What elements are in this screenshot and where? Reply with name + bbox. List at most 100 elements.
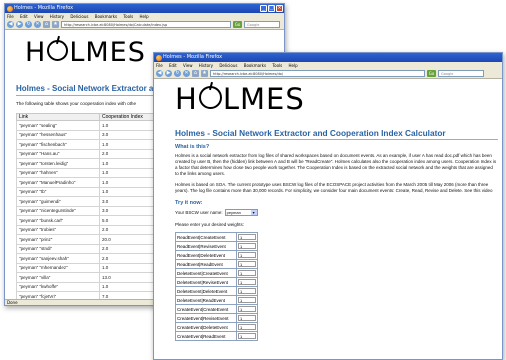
menu-bookmarks[interactable]: Bookmarks bbox=[244, 63, 266, 68]
cooperation-index-cell: 1.0 bbox=[99, 158, 156, 169]
menu-delicious[interactable]: Delicious bbox=[70, 14, 88, 19]
table-row: "peyman" "hahnen" 1.0 bbox=[16, 167, 156, 178]
section-what-heading: What is this? bbox=[175, 144, 210, 150]
bookmark-icon[interactable]: ★ bbox=[52, 21, 59, 28]
window-title: Holmes - Mozilla Firefox bbox=[14, 5, 74, 11]
url-bar[interactable]: http://research.icbe.at:8080/Holmes/do/ bbox=[210, 70, 425, 77]
menu-bar: File Edit View History Delicious Bookmar… bbox=[154, 62, 502, 69]
weight-input[interactable]: 1 bbox=[238, 252, 256, 258]
menu-file[interactable]: File bbox=[156, 63, 163, 68]
link-cell: "peyman" "villa" bbox=[16, 272, 100, 283]
search-input[interactable]: Google bbox=[244, 21, 280, 28]
table-row: "peyman" "ManuelPradinho" 1.0 bbox=[16, 177, 156, 188]
reload-icon[interactable]: ↻ bbox=[174, 70, 181, 77]
weight-input[interactable]: 1 bbox=[238, 279, 256, 285]
username-select[interactable]: peyman ▾ bbox=[224, 209, 258, 216]
link-cell: "peyman" "fcjetVri" bbox=[16, 291, 100, 299]
title-bar: Holmes - Mozilla Firefox _ □ × bbox=[5, 4, 284, 13]
menu-help[interactable]: Help bbox=[289, 63, 298, 68]
forward-icon[interactable]: ▶ bbox=[165, 70, 172, 77]
link-cell: "peyman" "fischenbach" bbox=[16, 139, 100, 150]
menu-history[interactable]: History bbox=[199, 63, 213, 68]
go-button[interactable]: Go bbox=[427, 70, 436, 77]
weight-cell: 1 bbox=[236, 268, 258, 278]
menu-view[interactable]: View bbox=[183, 63, 193, 68]
table-row: "peyman" "sanjeev.shah" 2.0 bbox=[16, 253, 156, 264]
weight-label: CreateEvent|CreateEvent bbox=[175, 304, 237, 314]
link-cell: "peyman" "Hans.au" bbox=[16, 148, 100, 159]
stop-icon[interactable]: ✕ bbox=[183, 70, 190, 77]
weight-input[interactable]: 1 bbox=[238, 297, 256, 303]
home-icon[interactable]: ⌂ bbox=[43, 21, 50, 28]
window-controls: _ □ × bbox=[260, 5, 283, 12]
menu-help[interactable]: Help bbox=[140, 14, 149, 19]
menu-tools[interactable]: Tools bbox=[123, 14, 133, 19]
weight-cell: 1 bbox=[236, 322, 258, 332]
table-row: "peyman" "torsten.leidig" 1.0 bbox=[16, 158, 156, 169]
minimize-button[interactable]: _ bbox=[260, 5, 267, 12]
menu-tools[interactable]: Tools bbox=[272, 63, 282, 68]
reload-icon[interactable]: ↻ bbox=[25, 21, 32, 28]
cooperation-index-cell: 2.0 bbox=[99, 148, 156, 159]
link-cell: "peyman" "sanjeev.shah" bbox=[16, 253, 100, 264]
maximize-button[interactable]: □ bbox=[268, 5, 275, 12]
menu-view[interactable]: View bbox=[34, 14, 44, 19]
cooperation-index-cell: 1.0 bbox=[99, 167, 156, 178]
col-cooperation-index: Cooperation Index bbox=[99, 113, 156, 121]
holmes-logo: H LMES bbox=[175, 82, 305, 116]
weight-input[interactable]: 1 bbox=[238, 315, 256, 321]
search-input[interactable]: Google bbox=[438, 70, 484, 77]
username-label: Your BSCW user name: bbox=[175, 210, 223, 215]
menu-bookmarks[interactable]: Bookmarks bbox=[95, 14, 117, 19]
table-row: "peyman" "hessenhaus" 3.0 bbox=[16, 129, 156, 140]
link-cell: "peyman" "ManuelPradinho" bbox=[16, 177, 100, 188]
bookmark-icon[interactable]: ★ bbox=[201, 70, 208, 77]
weight-input[interactable]: 1 bbox=[238, 243, 256, 249]
weight-label: CreateEvent|ReviseEvent bbox=[175, 313, 237, 323]
nav-toolbar: ◀ ▶ ↻ ✕ ⌂ ★ http://research.icbe.at:8080… bbox=[5, 20, 284, 30]
logo-magnifier-icon bbox=[47, 40, 69, 61]
menu-delicious[interactable]: Delicious bbox=[219, 63, 237, 68]
table-row: "peyman" "tb" 1.0 bbox=[16, 186, 156, 197]
cooperation-index-cell: 1.0 bbox=[99, 262, 156, 273]
weight-row: ReadEvent|ReviseEvent 1 bbox=[175, 241, 258, 251]
weight-row: DeleteEvent|CreateEvent 1 bbox=[175, 268, 258, 278]
weight-label: ReadEvent|CreateEvent bbox=[175, 232, 237, 242]
table-row: "peyman" "mhernandez" 1.0 bbox=[16, 262, 156, 273]
back-icon[interactable]: ◀ bbox=[156, 70, 163, 77]
weight-row: ReadEvent|DeleteEvent 1 bbox=[175, 250, 258, 260]
cooperation-index-cell: 3.0 bbox=[99, 129, 156, 140]
firefox-icon bbox=[7, 5, 13, 12]
url-bar[interactable]: http://research.icbe.at:8080/Holmes/do/C… bbox=[61, 21, 231, 28]
cooperation-index-cell: 3.0 bbox=[99, 196, 156, 207]
weight-row: DeleteEvent|DeleteEvent 1 bbox=[175, 286, 258, 296]
weight-input[interactable]: 1 bbox=[238, 288, 256, 294]
menu-edit[interactable]: Edit bbox=[20, 14, 28, 19]
weight-input[interactable]: 1 bbox=[238, 261, 256, 267]
weight-input[interactable]: 1 bbox=[238, 333, 256, 339]
weight-cell: 1 bbox=[236, 286, 258, 296]
menu-history[interactable]: History bbox=[50, 14, 64, 19]
menu-edit[interactable]: Edit bbox=[169, 63, 177, 68]
forward-icon[interactable]: ▶ bbox=[16, 21, 23, 28]
weight-input[interactable]: 1 bbox=[238, 306, 256, 312]
back-icon[interactable]: ◀ bbox=[7, 21, 14, 28]
close-button[interactable]: × bbox=[276, 5, 283, 12]
stop-icon[interactable]: ✕ bbox=[34, 21, 41, 28]
table-row: "peyman" "guimendi" 3.0 bbox=[16, 196, 156, 207]
weight-label: CreateEvent|DeleteEvent bbox=[175, 322, 237, 332]
weight-cell: 1 bbox=[236, 331, 258, 341]
table-row: "peyman" "bunsk.carl" 5.0 bbox=[16, 215, 156, 226]
link-cell: "peyman" "guimendi" bbox=[16, 196, 100, 207]
cooperation-index-cell: 2.0 bbox=[99, 243, 156, 254]
weight-input[interactable]: 1 bbox=[238, 234, 256, 240]
weight-input[interactable]: 1 bbox=[238, 270, 256, 276]
weight-input[interactable]: 1 bbox=[238, 324, 256, 330]
go-button[interactable]: Go bbox=[233, 21, 242, 28]
link-cell: "peyman" "mhernandez" bbox=[16, 262, 100, 273]
table-row: "peyman" "prinz" 20.0 bbox=[16, 234, 156, 245]
menu-file[interactable]: File bbox=[7, 14, 14, 19]
home-icon[interactable]: ⌂ bbox=[192, 70, 199, 77]
link-cell: "peyman" "bunsk.carl" bbox=[16, 215, 100, 226]
table-row: "peyman" "villa" 13.0 bbox=[16, 272, 156, 283]
